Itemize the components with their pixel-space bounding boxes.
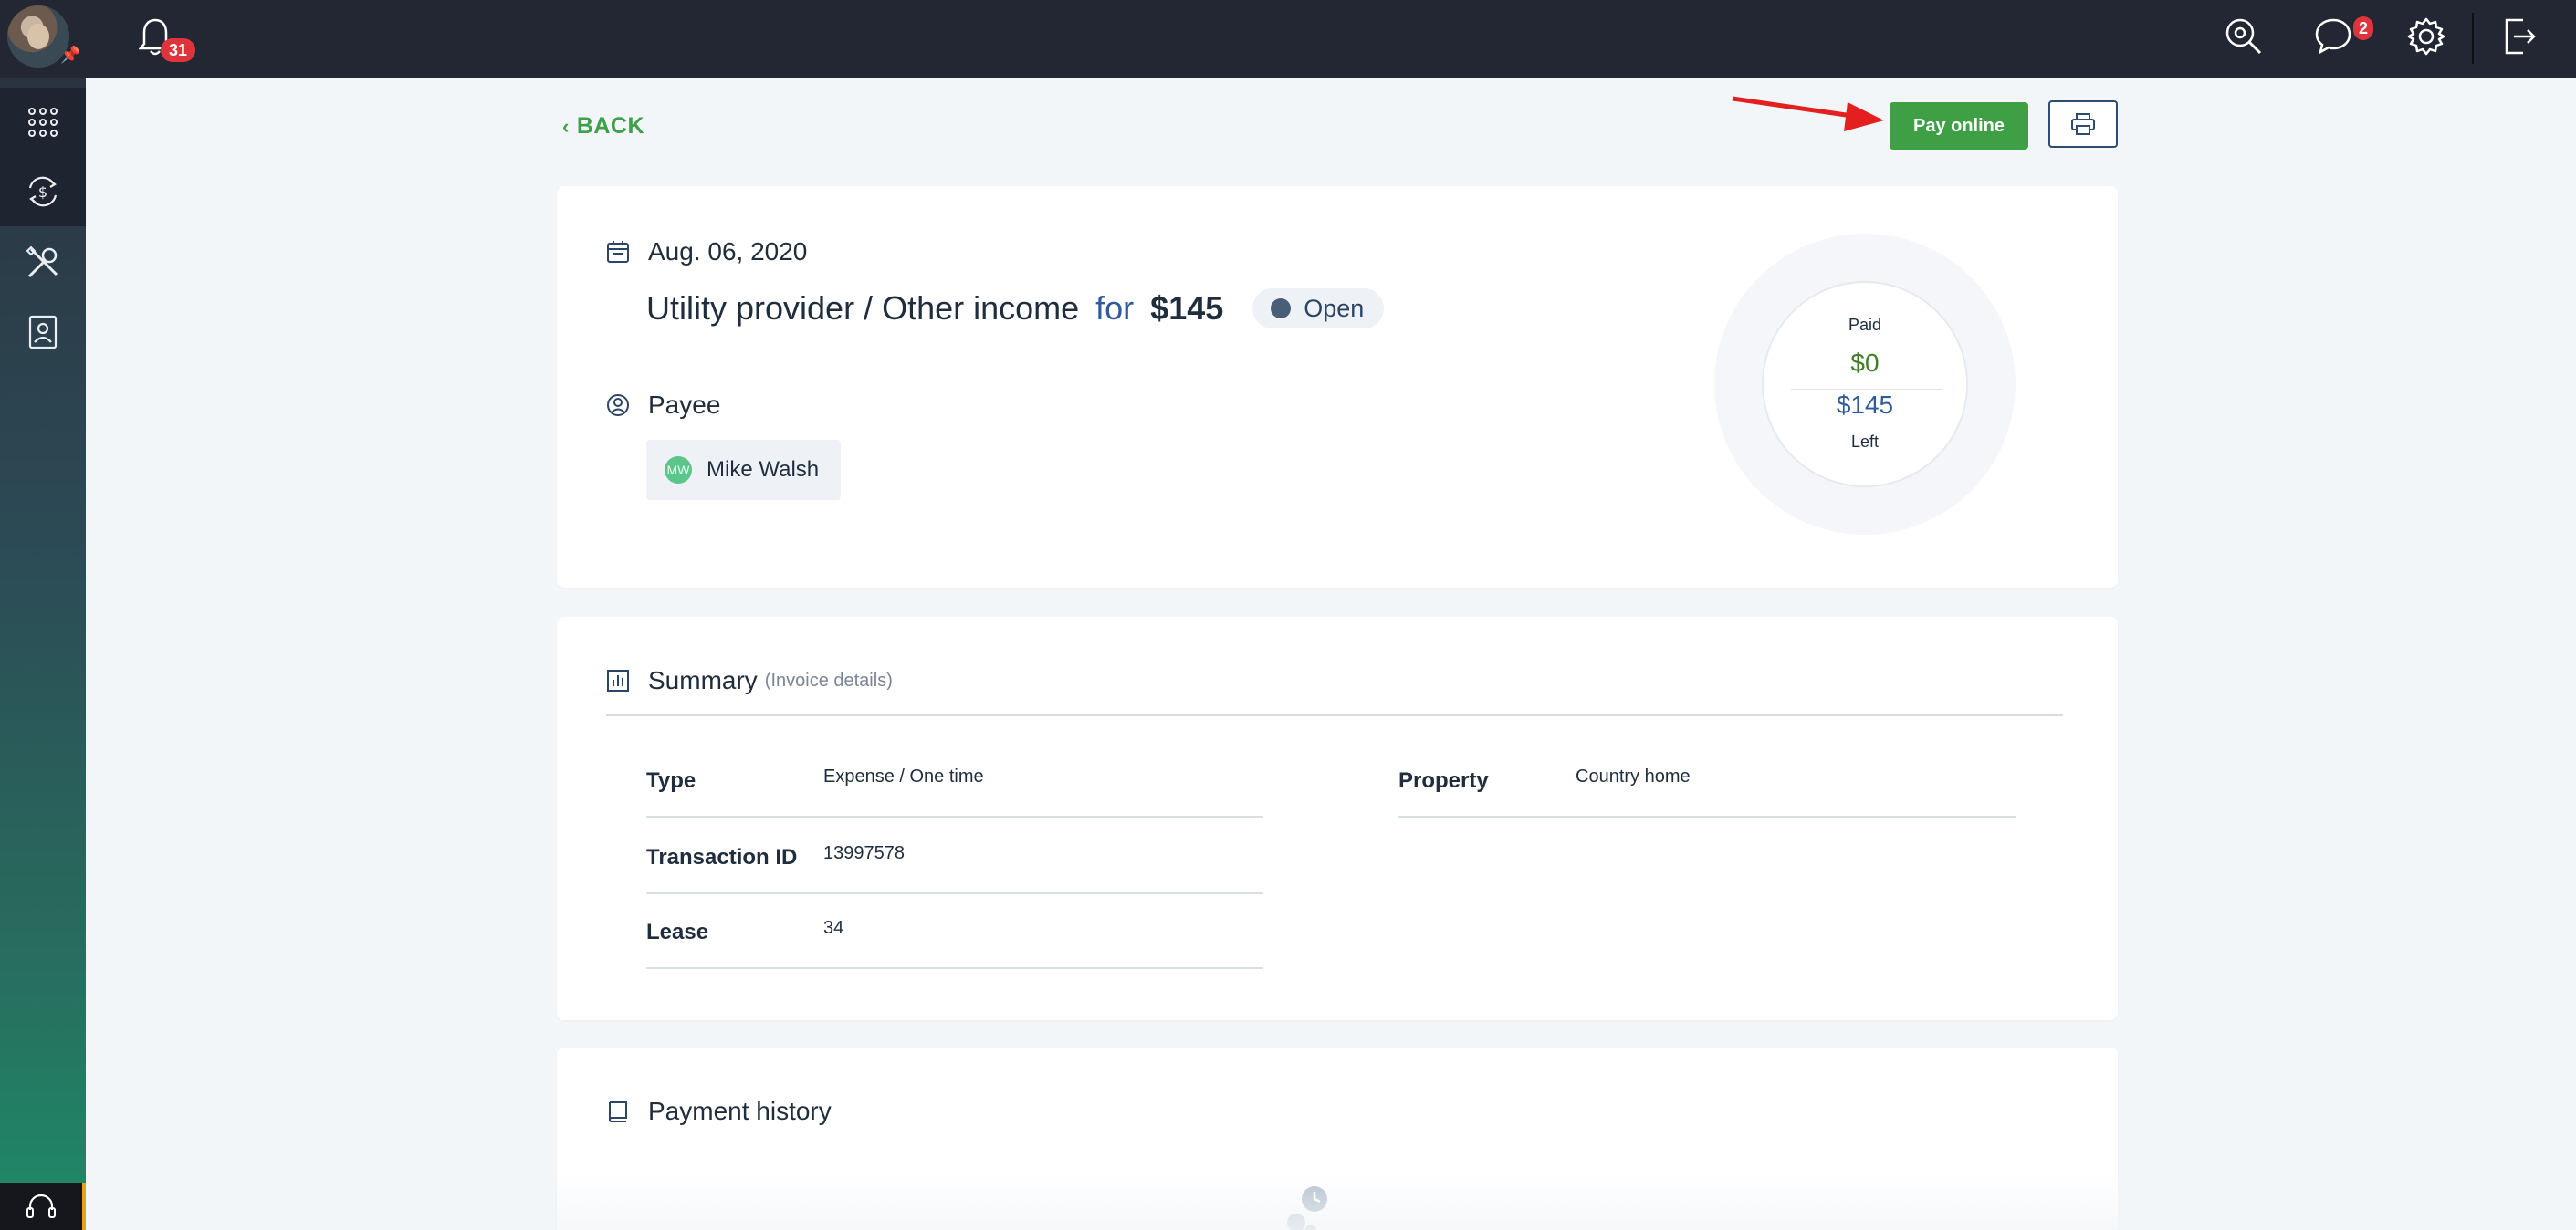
- payment-history-heading: Payment history: [606, 1097, 832, 1126]
- payee-heading: Payee: [606, 391, 720, 420]
- summary-value: Expense / One time: [823, 766, 984, 787]
- transaction-title-row: Utility provider / Other income for $145…: [646, 288, 1385, 328]
- logout-icon: [2505, 18, 2536, 55]
- book-icon: [608, 1101, 627, 1122]
- payment-progress-center: Paid $0 $145 Left: [1762, 281, 1968, 487]
- sidebar-item-apps[interactable]: [0, 88, 86, 157]
- payee-name: Mike Walsh: [707, 457, 820, 482]
- payee-label: Payee: [648, 391, 721, 419]
- red-arrow-annotation-icon: [1732, 96, 1884, 131]
- top-bar: 📌 31 2: [0, 0, 2576, 78]
- transaction-for-word: for: [1095, 289, 1135, 327]
- printer-icon: [2071, 113, 2095, 135]
- payee-avatar: MW: [665, 456, 692, 484]
- summary-divider: [606, 714, 2063, 716]
- summary-value: Country home: [1576, 766, 1691, 787]
- payment-history-card: Payment history: [557, 1048, 2118, 1230]
- transaction-amount: $145: [1150, 289, 1224, 327]
- contacts-icon: [28, 315, 58, 349]
- scroll-fade: [557, 1175, 2118, 1230]
- print-button[interactable]: [2048, 100, 2118, 148]
- money-exchange-icon: $: [28, 176, 58, 207]
- donut-divider: [1791, 389, 1942, 390]
- messages-count-badge: 2: [2353, 16, 2374, 40]
- summary-row-property: Property Country home: [1398, 741, 2016, 818]
- apps-grid-icon: [28, 108, 58, 137]
- notifications-count-badge: 31: [161, 38, 195, 62]
- payee-chip[interactable]: MW Mike Walsh: [646, 440, 842, 500]
- summary-key: Property: [1398, 768, 1489, 793]
- status-dot-icon: [1271, 298, 1292, 318]
- gear-icon: [2407, 17, 2445, 56]
- left-value: $145: [1836, 391, 1894, 419]
- tools-icon: [26, 245, 58, 278]
- summary-key: Lease: [646, 920, 709, 944]
- settings-button[interactable]: [2406, 16, 2450, 60]
- summary-card: Summary (Invoice details) Type Expense /…: [557, 617, 2118, 1020]
- user-circle-icon: [607, 394, 629, 416]
- transaction-details-card: Aug. 06, 2020 Utility provider / Other i…: [557, 186, 2118, 588]
- back-label: BACK: [576, 113, 645, 139]
- chevron-left-icon: ‹: [562, 114, 570, 138]
- paid-value: $0: [1850, 349, 1880, 377]
- bar-chart-icon: [607, 670, 629, 692]
- notifications-button[interactable]: 31: [138, 16, 195, 62]
- topbar-divider: [2472, 13, 2474, 64]
- left-label: Left: [1850, 433, 1880, 451]
- transaction-title: Utility provider / Other income: [646, 289, 1080, 327]
- summary-value: 13997578: [823, 843, 905, 863]
- summary-row-type: Type Expense / One time: [646, 741, 1263, 818]
- messages-button[interactable]: 2: [2313, 16, 2374, 60]
- summary-value: 34: [823, 918, 844, 938]
- paid-label: Paid: [1848, 316, 1882, 334]
- status-label: Open: [1304, 294, 1365, 322]
- status-badge: Open: [1252, 288, 1385, 328]
- calendar-icon: [607, 241, 629, 263]
- svg-text:$: $: [38, 183, 47, 201]
- summary-subtitle: (Invoice details): [764, 670, 893, 691]
- summary-title: Summary: [648, 666, 758, 694]
- summary-heading: Summary (Invoice details): [606, 666, 893, 695]
- summary-key: Transaction ID: [646, 845, 798, 870]
- sidebar-item-contacts[interactable]: [0, 297, 86, 367]
- summary-key: Type: [646, 768, 696, 793]
- logout-button[interactable]: [2499, 16, 2543, 60]
- search-button[interactable]: [2224, 16, 2267, 60]
- sidebar-item-maintenance[interactable]: [0, 228, 86, 297]
- pay-online-button[interactable]: Pay online: [1890, 102, 2028, 150]
- summary-row-transaction-id: Transaction ID 13997578: [646, 818, 1263, 894]
- pin-icon[interactable]: 📌: [60, 46, 80, 65]
- sidebar-item-transactions[interactable]: $: [0, 157, 86, 226]
- payment-progress-donut: Paid $0 $145 Left: [1714, 234, 2016, 535]
- sidebar: $: [0, 78, 86, 1230]
- back-link[interactable]: ‹ BACK: [562, 113, 644, 140]
- summary-row-lease: Lease 34: [646, 892, 1263, 969]
- search-icon: [2225, 18, 2262, 55]
- transaction-date: Aug. 06, 2020: [648, 237, 808, 266]
- chat-icon: [2315, 18, 2351, 55]
- headset-icon: [26, 1194, 56, 1218]
- support-button[interactable]: [0, 1183, 86, 1230]
- payment-history-title: Payment history: [648, 1097, 832, 1125]
- transaction-date-row: Aug. 06, 2020: [606, 237, 807, 266]
